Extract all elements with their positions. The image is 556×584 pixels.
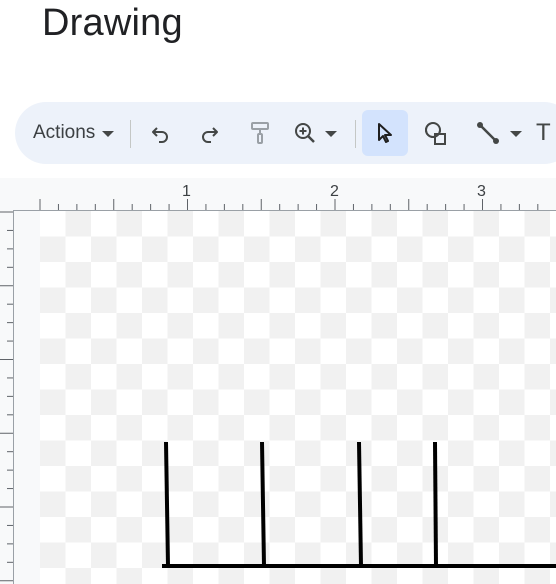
- ruler-ticks: [0, 199, 539, 582]
- vertical-line[interactable]: [357, 441, 363, 567]
- drawn-shapes: [162, 441, 556, 568]
- drawing-overlay: [0, 199, 556, 582]
- vertical-line[interactable]: [433, 441, 438, 567]
- vertical-line[interactable]: [260, 441, 266, 567]
- vertical-line[interactable]: [164, 441, 170, 567]
